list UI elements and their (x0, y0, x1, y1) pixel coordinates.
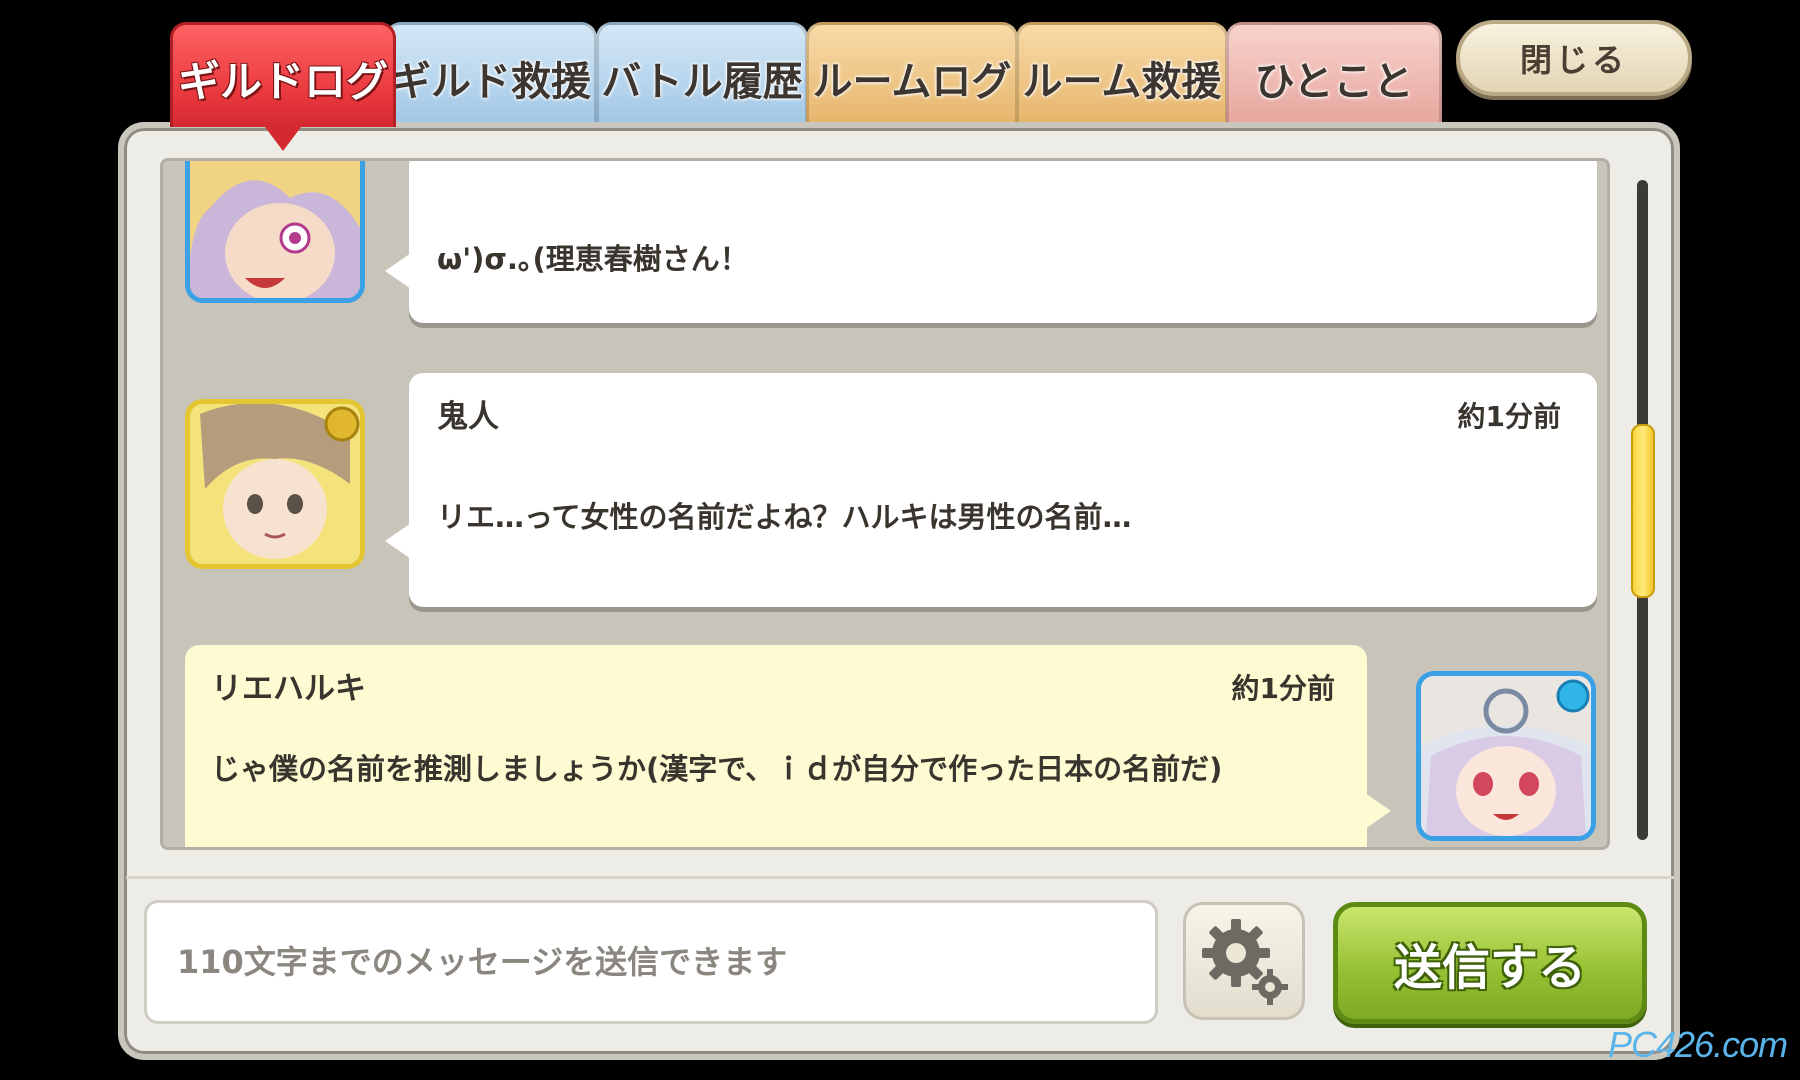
send-label: 送信する (1393, 940, 1586, 996)
message-text: じゃ僕の名前を推測しましょうか(漢字で、ｉｄが自分で作った日本の名前だ) (211, 752, 1223, 786)
message-input[interactable] (144, 900, 1158, 1024)
character-portrait-icon (1421, 676, 1591, 836)
avatar[interactable] (1416, 671, 1596, 841)
character-portrait-icon (190, 404, 360, 564)
avatar[interactable] (185, 161, 365, 303)
message-text: リエ…って女性の名前だよね？ハルキは男性の名前… (437, 500, 1132, 534)
tab-label: ギルド救援 (391, 59, 591, 105)
chat-log[interactable]: ω')σ.｡(理恵春樹さん！ 鬼人 約1分前 リエ…って女性の名前だよね？ハルキ… (160, 158, 1610, 850)
tab-guild-log[interactable]: ギルドログ (170, 22, 396, 151)
tab-label: ひとこと (1254, 59, 1414, 105)
send-button[interactable]: 送信する (1333, 902, 1647, 1024)
tab-battle-history[interactable]: バトル履歴 (596, 22, 808, 127)
tab-label: バトル履歴 (601, 59, 803, 105)
sender-name: 鬼人 (437, 399, 499, 435)
watermark: PC426.com (1608, 1024, 1788, 1065)
own-message-bubble: リエハルキ 約1分前 じゃ僕の名前を推測しましょうか(漢字で、ｉｄが自分で作った… (185, 645, 1367, 847)
tab-label: ルーム救援 (1022, 59, 1222, 105)
tab-hitokoto[interactable]: ひとこと (1226, 22, 1442, 127)
timestamp: 約1分前 (1231, 672, 1335, 705)
sender-name: リエハルキ (211, 671, 366, 707)
avatar[interactable] (185, 399, 365, 569)
timestamp: 約1分前 (1457, 400, 1561, 433)
divider (126, 876, 1674, 879)
tab-label: ギルドログ (177, 56, 388, 106)
message-bubble: ω')σ.｡(理恵春樹さん！ (409, 161, 1597, 323)
close-label: 閉じる (1519, 41, 1628, 79)
bubble-tail (1365, 793, 1391, 829)
character-portrait-icon (190, 161, 360, 298)
tab-room-log[interactable]: ルームログ (806, 22, 1018, 127)
gear-icon (1202, 919, 1288, 1005)
tab-label: ルームログ (812, 59, 1012, 105)
scrollbar-thumb[interactable] (1631, 424, 1655, 598)
tab-room-rescue[interactable]: ルーム救援 (1016, 22, 1228, 127)
tab-guild-rescue[interactable]: ギルド救援 (385, 22, 597, 127)
bubble-tail (385, 253, 411, 289)
bubble-tail (385, 523, 411, 559)
message-bubble: 鬼人 約1分前 リエ…って女性の名前だよね？ハルキは男性の名前… (409, 373, 1597, 607)
message-text: ω')σ.｡(理恵春樹さん！ (437, 242, 749, 276)
settings-button[interactable] (1183, 902, 1305, 1020)
close-button[interactable]: 閉じる (1456, 20, 1692, 96)
